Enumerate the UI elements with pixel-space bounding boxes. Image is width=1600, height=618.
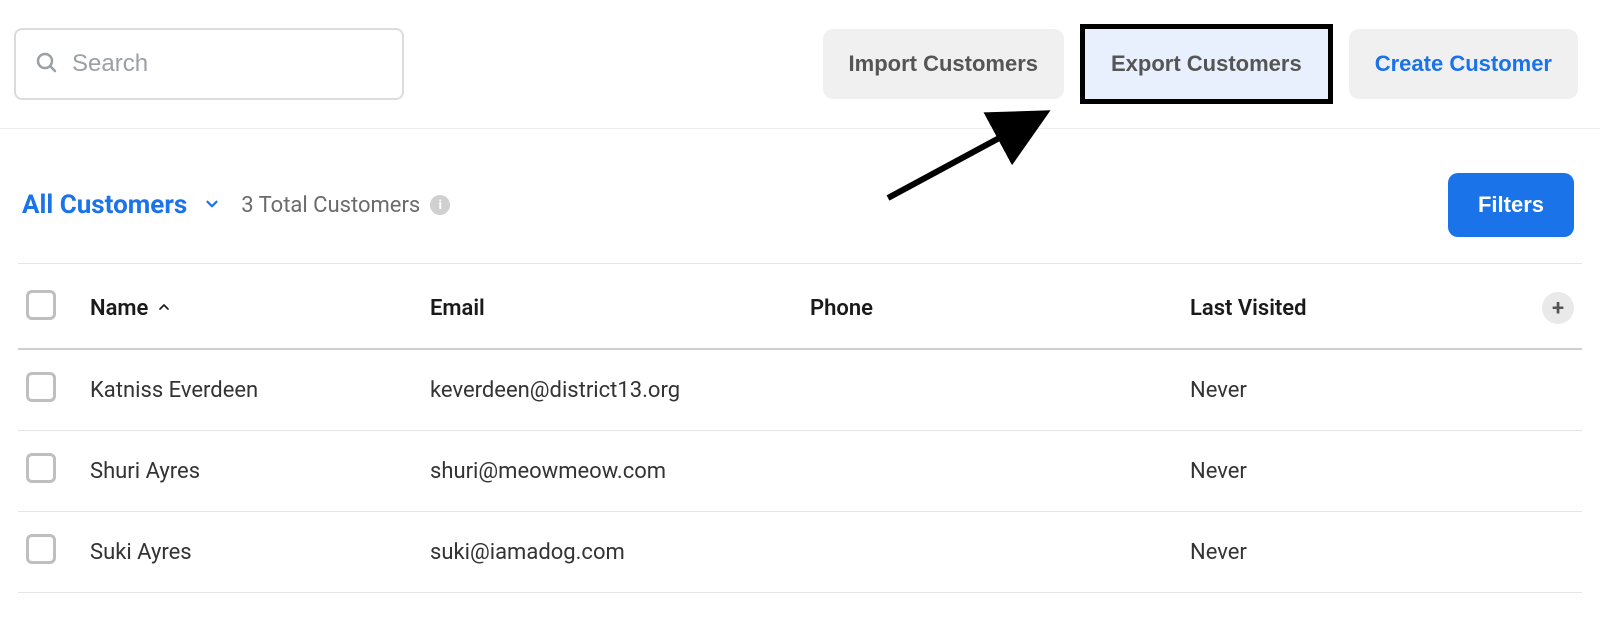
plus-icon: + [1552,296,1564,321]
row-name: Suki Ayres [82,512,422,593]
row-email: shuri@meowmeow.com [422,431,802,512]
search-box[interactable] [14,28,404,100]
row-phone [802,431,1182,512]
search-input[interactable] [72,50,384,78]
table-row[interactable]: Katniss Everdeenkeverdeen@district13.org… [18,349,1582,431]
table-row[interactable]: Shuri Ayresshuri@meowmeow.com Never [18,431,1582,512]
customers-table: Name Email Phone Last Visited [18,263,1582,593]
column-header-name-label: Name [90,296,148,321]
total-customers-text: 3 Total Customers [241,193,420,218]
row-email: keverdeen@district13.org [422,349,802,431]
row-last-visited: Never [1182,349,1530,431]
row-name: Katniss Everdeen [82,349,422,431]
select-all-checkbox[interactable] [26,290,56,320]
row-phone [802,349,1182,431]
column-header-email[interactable]: Email [422,264,802,350]
column-header-name[interactable]: Name [90,296,172,321]
column-header-phone[interactable]: Phone [802,264,1182,350]
export-customers-button[interactable]: Export Customers [1080,24,1333,104]
customers-view-dropdown[interactable]: All Customers [22,190,221,220]
row-email: suki@iamadog.com [422,512,802,593]
sort-ascending-icon [156,296,172,321]
row-checkbox[interactable] [26,453,56,483]
create-customer-button[interactable]: Create Customer [1349,29,1578,99]
chevron-down-icon [203,190,221,220]
table-row[interactable]: Suki Ayressuki@iamadog.com Never [18,512,1582,593]
info-icon[interactable]: i [430,195,450,215]
row-checkbox[interactable] [26,534,56,564]
customers-view-title: All Customers [22,190,187,220]
filters-button[interactable]: Filters [1448,173,1574,237]
row-last-visited: Never [1182,512,1530,593]
row-name: Shuri Ayres [82,431,422,512]
search-icon [34,50,58,78]
import-customers-button[interactable]: Import Customers [823,29,1064,99]
row-phone [802,512,1182,593]
total-customers-label: 3 Total Customers i [241,193,450,218]
add-column-button[interactable]: + [1542,292,1574,324]
row-checkbox[interactable] [26,372,56,402]
row-last-visited: Never [1182,431,1530,512]
column-header-last-visited[interactable]: Last Visited [1182,264,1530,350]
